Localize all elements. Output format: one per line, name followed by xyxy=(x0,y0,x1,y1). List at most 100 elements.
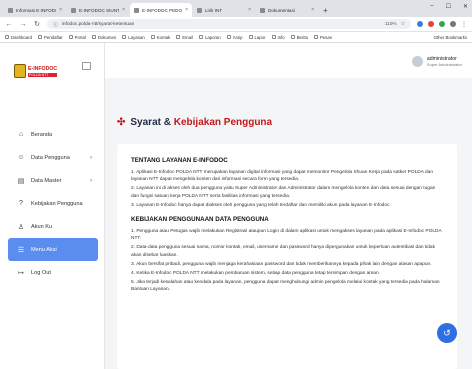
bookmark-item[interactable]: Layanan xyxy=(122,35,145,40)
sidebar-item-label: Log Out xyxy=(31,269,51,276)
policy-paragraph: 3. Akun bersifat pribadi, pengguna wajib… xyxy=(131,261,432,267)
forward-icon[interactable]: → xyxy=(19,21,27,28)
sidebar-item[interactable]: ☰ Menu Aksi xyxy=(8,238,98,261)
folder-icon xyxy=(248,35,253,39)
bookmark-item[interactable]: Dashboard xyxy=(5,35,32,40)
sidebar-item[interactable]: ↦ Log Out xyxy=(8,261,98,284)
sidebar-toggle-icon[interactable] xyxy=(82,62,91,70)
folder-icon xyxy=(91,35,96,39)
bookmark-label: Kontak xyxy=(156,34,171,40)
bookmark-item[interactable]: Arsip xyxy=(226,34,243,40)
sidebar-item[interactable]: ☺ Data Pengguna › xyxy=(8,146,98,169)
policy-paragraph: 4. Ketika E-Infodoc POLDA NTT melakukan … xyxy=(131,271,380,277)
extension-icon[interactable] xyxy=(417,20,423,27)
chevron-right-icon: › xyxy=(90,177,92,184)
top-bar: administrator Super Administrator xyxy=(105,43,472,78)
browser-menu-icon[interactable]: ⋮ xyxy=(461,21,467,28)
bookmark-label: Laporan xyxy=(204,34,221,40)
bookmark-item[interactable]: Info xyxy=(271,34,285,40)
bookmark-item[interactable]: Kontak xyxy=(150,34,171,40)
bookmark-item[interactable]: Berita xyxy=(290,34,308,40)
profile-icon[interactable] xyxy=(450,20,456,27)
sidebar-item[interactable]: ? Kebijakan Pengguna xyxy=(8,192,98,215)
other-bookmarks[interactable]: Other Bookmarks xyxy=(434,35,467,40)
bookmark-item[interactable]: Lapor xyxy=(248,34,266,40)
logo-subtitle: POLDA NTT xyxy=(28,72,58,77)
bookmark-label: Info xyxy=(277,34,285,40)
home-icon: ⌂ xyxy=(18,131,24,138)
folder-icon xyxy=(226,35,231,39)
bookmark-label: Arsip xyxy=(232,34,243,40)
bookmark-item[interactable]: Dokumen xyxy=(91,34,117,40)
reload-icon[interactable]: ↻ xyxy=(33,20,41,28)
logout-icon: ↦ xyxy=(18,269,24,277)
sidebar-item-label: Akun Ku xyxy=(31,223,53,230)
chevron-right-icon: › xyxy=(90,154,92,161)
bookmark-label: Dokumen xyxy=(97,34,117,40)
extension-icon[interactable] xyxy=(428,20,434,27)
user-profile[interactable]: administrator Super Administrator xyxy=(411,56,462,67)
sidebar-item-label: Beranda xyxy=(31,131,53,138)
close-tab-icon[interactable]: × xyxy=(122,7,125,13)
sidebar-item[interactable]: ♙ Akun Ku xyxy=(8,215,98,238)
bookmark-star-icon[interactable]: ☆ xyxy=(401,22,405,27)
back-icon[interactable]: ← xyxy=(5,21,13,28)
section-title-policy: KEBIJAKAN PENGGUNAAN DATA PENGGUNA xyxy=(131,216,269,224)
policy-paragraph: 5. Jika terjadi kesalahan atau kendala p… xyxy=(131,280,440,293)
browser-tab[interactable]: Dokumentasi × xyxy=(256,3,318,17)
policy-paragraph: 1. Aplikasi E-Infodoc POLDA NTT merupaka… xyxy=(131,170,434,183)
close-tab-icon[interactable]: × xyxy=(248,7,251,13)
extension-icon[interactable] xyxy=(439,20,445,27)
tab-title: Dokumentasi xyxy=(268,7,295,13)
folder-icon xyxy=(68,35,73,39)
sidebar: E-INFODOC POLDA NTT ⌂ Beranda ☺ Data Penggu… xyxy=(0,43,105,369)
url-input[interactable]: ⓘ infodoc.polda-ntt/syarat-ketentuan 110… xyxy=(47,19,411,29)
tab-title: Lirik INT xyxy=(205,7,223,13)
bookmark-item[interactable]: Portal xyxy=(68,35,86,40)
close-window-icon[interactable]: ✕ xyxy=(463,3,468,10)
browser-tab-bar: Informasi E-INFODOC×E-INFODOC SIUNT×E-IN… xyxy=(0,0,472,17)
chat-icon: ↺ xyxy=(443,327,451,338)
zoom-level[interactable]: 110% xyxy=(385,22,397,27)
bookmark-item[interactable]: Pesan xyxy=(313,35,332,40)
favicon-icon xyxy=(134,7,139,13)
sidebar-item[interactable]: ▤ Data Master › xyxy=(8,169,98,192)
bookmark-item[interactable]: Email xyxy=(176,35,193,40)
police-badge-icon xyxy=(14,64,26,78)
sidebar-item[interactable]: ⌂ Beranda xyxy=(8,123,98,146)
bookmark-item[interactable]: Laporan xyxy=(198,34,221,40)
browser-tab[interactable]: Lirik INT × xyxy=(193,3,255,17)
browser-tab[interactable]: Informasi E-INFODOC× xyxy=(4,3,66,17)
help-chat-button[interactable]: ↺ xyxy=(437,323,457,343)
minimize-icon[interactable]: – xyxy=(430,3,433,10)
avatar[interactable] xyxy=(411,56,423,67)
help-icon: ? xyxy=(19,200,23,207)
bookmark-item[interactable]: Pendaftar xyxy=(38,35,63,40)
folder-icon xyxy=(150,35,155,39)
page-title-part1: Syarat & xyxy=(130,117,174,128)
site-info-icon[interactable]: ⓘ xyxy=(53,21,58,28)
close-tab-icon[interactable]: × xyxy=(185,7,188,13)
section-about-body: 1. Aplikasi E-Infodoc POLDA NTT merupaka… xyxy=(131,169,443,209)
maximize-icon[interactable]: ☐ xyxy=(446,3,451,10)
user-info: administrator Super Administrator xyxy=(427,56,462,67)
close-tab-icon[interactable]: × xyxy=(59,7,62,13)
menu-icon: ☰ xyxy=(17,246,25,254)
new-tab-button[interactable]: + xyxy=(319,6,332,17)
browser-tab[interactable]: E-INFODOC SIUNT × xyxy=(67,3,129,17)
favicon-icon xyxy=(8,7,13,13)
folder-icon xyxy=(313,35,318,39)
app-logo[interactable]: E-INFODOC POLDA NTT xyxy=(14,64,58,78)
page-title: ✣ Syarat & Kebijakan Pengguna xyxy=(117,117,272,128)
policy-paragraph: 3. Layanan E-Infodoc hanya dapat diakses… xyxy=(131,202,391,208)
bookmark-label: Pendaftar xyxy=(44,34,63,40)
close-tab-icon[interactable]: × xyxy=(311,7,314,13)
logo-text: E-INFODOC POLDA NTT xyxy=(28,66,58,77)
favicon-icon xyxy=(197,7,202,13)
browser-tab[interactable]: E-INFODOC PEDOMAN× xyxy=(130,3,192,17)
policy-paragraph: 1. Pengguna atau Petugas wajib melakukan… xyxy=(131,229,442,242)
bookmark-label: Berita xyxy=(296,34,308,40)
bookmark-label: Lapor xyxy=(254,34,266,40)
extension-icons: ⋮ xyxy=(417,20,467,28)
sidebar-menu: ⌂ Beranda ☺ Data Pengguna › ▤ Data Master ›? Keb… xyxy=(8,123,98,284)
